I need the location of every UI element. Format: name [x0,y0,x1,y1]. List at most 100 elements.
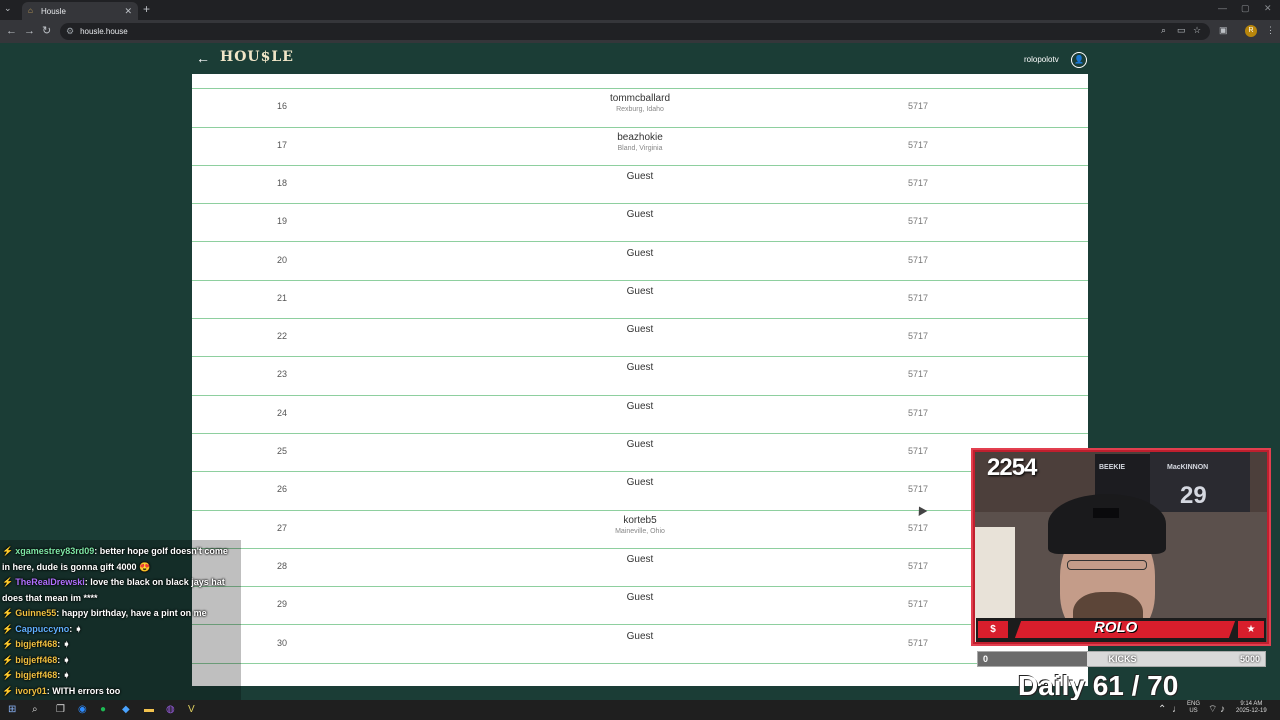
score-cell: 5717 [907,446,929,456]
rank-cell: 16 [276,101,287,112]
chat-message: ⚡ Guinne55: happy birthday, have a pint o… [2,608,207,619]
rank-cell: 28 [276,560,287,571]
chat-username[interactable]: xgamestrey83rd09 [15,546,94,556]
username[interactable]: rolopolotv [1024,55,1059,64]
chat-text: : ➧ [57,670,71,680]
kicks-label: KICKS [1108,654,1137,664]
back-nav-icon[interactable]: ← [6,24,17,38]
lang-code: ENG [1187,701,1201,707]
minimize-icon[interactable]: — [1218,3,1227,13]
chat-username[interactable]: Cappuccyno [15,624,69,634]
chat-username[interactable]: ivory01 [15,686,47,696]
score-cell: 5717 [907,369,929,380]
chat-message: ⚡ TheRealDrewski: love the black on black… [2,577,225,588]
jersey-name: BEEKIE [1099,464,1126,471]
windows-start-icon[interactable]: ⊞ [8,703,16,717]
score-cell: 5717 [907,177,929,188]
vim-icon[interactable]: V [188,703,195,717]
chat-message: ⚡ xgamestrey83rd09: better hope golf does… [2,546,228,557]
kick-logo-icon: $ [978,621,1008,638]
rank-cell: 20 [276,254,287,265]
housle-logo[interactable]: HOU$LE [220,49,294,65]
leaderboard-row: 15Guest5737 [192,74,1088,90]
chat-message: ⚡ Cappuccyno: ➧ [2,624,82,635]
kicks-goal-bar: 0 KICKS 5000 [977,651,1266,667]
rank-cell: 27 [276,522,287,533]
chat-badge-icon: ⚡ [2,639,14,649]
chat-username[interactable]: bigjeff468 [15,639,57,649]
player-name: Guest [626,170,654,182]
close-window-icon[interactable]: ✕ [1264,3,1272,14]
chat-text: : ➧ [69,623,83,634]
language-indicator[interactable]: ENG US [1187,701,1200,715]
rank-cell: 22 [276,331,287,342]
discord-icon[interactable]: ◍ [166,703,175,717]
clock[interactable]: 9:14 AM 2025-12-19 [1236,701,1267,715]
favicon-icon: ⌂ [28,6,33,15]
profile-avatar[interactable]: R [1245,25,1257,37]
browser-tab[interactable]: ⌂ Housle ✕ [22,2,138,20]
spotify-icon[interactable]: ● [100,703,106,717]
leaderboard-row: 22 Guest 5717 [192,319,1088,358]
player-name: Guest [626,247,654,259]
close-tab-icon[interactable]: ✕ [124,6,132,17]
volume-icon[interactable]: ♪ [1220,703,1225,717]
jersey-name: MacKINNON [1167,464,1209,471]
rank-cell: 23 [276,369,287,380]
browser-nav-bar: ← → ↻ ⚙ housle.house ⌕ ▭ ☆ ▣ ⋮ [0,20,1280,43]
glasses [1067,560,1147,570]
app-icon[interactable]: ◆ [122,703,130,717]
player-location: Rexburg, Idaho [616,106,664,114]
task-view-icon[interactable]: ❐ [56,703,65,717]
chat-message: ⚡ bigjeff468: ➧ [2,639,70,650]
chat-text: : happy birthday, have a pint on me [56,608,207,618]
jersey-number: 29 [1180,482,1207,509]
chat-username[interactable]: bigjeff468 [15,670,57,680]
brand-logo: ROLO [1094,619,1138,636]
player-name: beazhokie [617,131,663,143]
player-name: Guest [626,400,654,412]
menu-icon[interactable]: ⋮ [1266,25,1275,36]
score-cell: 5717 [907,216,929,227]
wifi-icon[interactable]: ⌔ [1208,703,1217,717]
player-name: Guest [626,439,654,450]
zoom-icon[interactable]: ⌕ [1161,25,1166,36]
leaderboard-row: 20 Guest 5717 [192,243,1088,281]
chat-message: in here, dude is gonna gift 4000 😍 [2,562,150,573]
search-icon[interactable]: ⌕ [32,703,38,717]
score-cell: 5717 [907,522,929,533]
score-cell: 5717 [907,560,929,571]
cast-icon[interactable]: ▭ [1177,25,1186,36]
sub-count: 2254 [987,454,1037,481]
screen: ⌄ ⌂ Housle ✕ + — ▢ ✕ ← → ↻ ⚙ housle.hous… [0,0,1280,720]
lang-region: US [1189,708,1198,714]
bookmark-star-icon[interactable]: ☆ [1193,25,1201,36]
forward-nav-icon[interactable]: → [24,24,35,38]
chat-username[interactable]: TheRealDrewski [15,577,85,587]
star-icon: ★ [1238,621,1264,638]
address-bar[interactable]: ⚙ housle.house [60,23,1210,40]
leaderboard-row: 19 Guest 5717 [192,204,1088,243]
chat-username[interactable]: Guinne55 [15,608,56,618]
score-cell: 5717 [907,484,929,495]
reload-icon[interactable]: ↻ [42,24,51,38]
score-cell: 5717 [907,331,929,342]
user-account-icon[interactable]: 👤 [1071,52,1087,68]
browser-icon[interactable]: ◉ [78,703,87,717]
score-cell: 5717 [907,407,929,418]
back-arrow-icon[interactable]: ← [196,51,210,65]
new-tab-icon[interactable]: + [143,2,150,16]
tray-chevron-icon[interactable]: ⌃ [1158,703,1166,717]
url-text: housle.house [80,27,128,36]
chat-text: : love the black on black jays hat [84,577,225,587]
site-info-icon[interactable]: ⚙ [66,26,74,37]
chat-username[interactable]: bigjeff468 [15,655,57,665]
tab-list-icon[interactable]: ⌄ [4,3,12,14]
maximize-icon[interactable]: ▢ [1241,3,1250,14]
leaderboard-row: 24 Guest 5717 [192,396,1088,434]
chat-text: : ➧ [57,639,71,649]
extensions-icon[interactable]: ▣ [1219,25,1228,36]
player-name: tommcballard [609,93,671,105]
mic-icon[interactable]: ♩ [1172,703,1182,717]
file-explorer-icon[interactable]: ▬ [144,703,154,717]
